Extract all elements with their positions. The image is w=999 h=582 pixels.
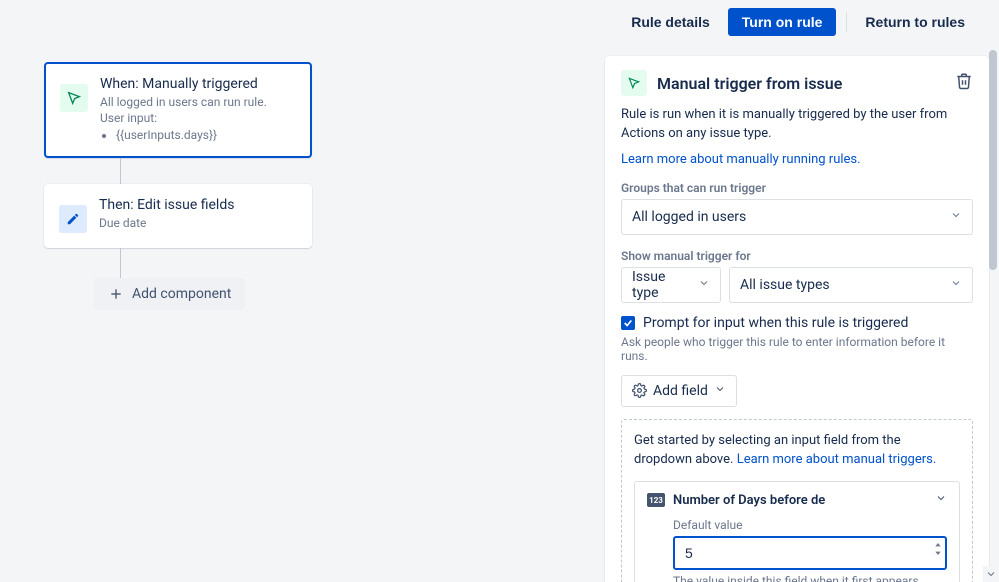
trigger-node-title: When: Manually triggered <box>100 76 296 92</box>
prompt-input-checkbox[interactable] <box>621 316 635 330</box>
add-field-button[interactable]: Add field <box>621 375 737 407</box>
number-stepper[interactable] <box>933 541 943 557</box>
chevron-down-icon <box>933 549 943 557</box>
trigger-node[interactable]: When: Manually triggered All logged in u… <box>44 62 312 158</box>
default-value-label: Default value <box>673 518 947 532</box>
connector-line <box>120 248 121 278</box>
trigger-node-userinput-item: {{userInputs.days}} <box>116 128 296 142</box>
chevron-down-icon <box>950 209 962 225</box>
connector-line <box>120 158 121 184</box>
action-node-subtitle: Due date <box>99 215 297 231</box>
trigger-config-panel: Manual trigger from issue Rule is run wh… <box>605 56 989 582</box>
cursor-icon <box>621 70 647 96</box>
turn-on-rule-button[interactable]: Turn on rule <box>728 8 837 36</box>
chevron-down-icon <box>935 492 947 508</box>
trigger-node-subtitle: All logged in users can run rule. <box>100 94 296 110</box>
groups-select-value: All logged in users <box>632 209 746 225</box>
return-to-rules-button[interactable]: Return to rules <box>857 8 973 36</box>
input-field-card: 123 Number of Days before de Default val… <box>634 481 960 582</box>
show-for-label: Show manual trigger for <box>621 249 973 263</box>
chevron-down-icon <box>698 277 710 293</box>
check-icon <box>623 318 633 328</box>
trigger-node-userinput-label: User input: <box>100 110 296 126</box>
chevron-down-icon <box>714 383 726 399</box>
action-node[interactable]: Then: Edit issue fields Due date <box>44 184 312 248</box>
show-for-value-text: All issue types <box>740 277 830 293</box>
cfg-intro-link[interactable]: Learn more about manual triggers. <box>737 452 937 467</box>
panel-title: Manual trigger from issue <box>657 74 842 93</box>
delete-trigger-button[interactable] <box>955 72 973 94</box>
top-toolbar: Rule details Turn on rule Return to rule… <box>0 0 999 40</box>
add-component-button[interactable]: Add component <box>94 278 245 310</box>
rule-details-button[interactable]: Rule details <box>623 8 718 36</box>
pencil-icon <box>59 205 87 233</box>
cursor-icon <box>60 84 88 112</box>
default-value-help: The value inside this field when it firs… <box>673 574 947 582</box>
groups-select[interactable]: All logged in users <box>621 199 973 235</box>
show-for-kind-value: Issue type <box>632 269 688 301</box>
page-scroll-down-button[interactable] <box>983 566 999 582</box>
default-value-input[interactable] <box>673 536 947 570</box>
cfg-intro: Get started by selecting an input field … <box>634 432 960 470</box>
input-fields-config: Get started by selecting an input field … <box>621 419 973 582</box>
add-component-label: Add component <box>132 286 231 302</box>
prompt-input-label: Prompt for input when this rule is trigg… <box>643 315 908 331</box>
rule-canvas: When: Manually triggered All logged in u… <box>0 40 605 582</box>
number-type-icon: 123 <box>647 493 665 507</box>
plus-icon <box>108 286 124 302</box>
chevron-up-icon <box>933 541 943 549</box>
panel-description: Rule is run when it is manually triggere… <box>621 106 973 144</box>
page-scrollbar-thumb[interactable] <box>989 50 997 270</box>
chevron-down-icon <box>985 568 997 580</box>
groups-label: Groups that can run trigger <box>621 181 973 195</box>
input-field-expand-toggle[interactable]: 123 Number of Days before de <box>647 492 947 508</box>
trash-icon <box>955 72 973 90</box>
learn-more-link[interactable]: Learn more about manually running rules. <box>621 152 973 167</box>
prompt-input-help: Ask people who trigger this rule to ente… <box>621 335 973 363</box>
show-for-kind-select[interactable]: Issue type <box>621 267 721 303</box>
action-node-title: Then: Edit issue fields <box>99 197 297 213</box>
input-field-name: Number of Days before de <box>673 493 825 508</box>
toolbar-separator <box>846 12 847 32</box>
chevron-down-icon <box>950 277 962 293</box>
gear-icon <box>632 383 647 398</box>
add-field-label: Add field <box>653 383 708 399</box>
show-for-value-select[interactable]: All issue types <box>729 267 973 303</box>
